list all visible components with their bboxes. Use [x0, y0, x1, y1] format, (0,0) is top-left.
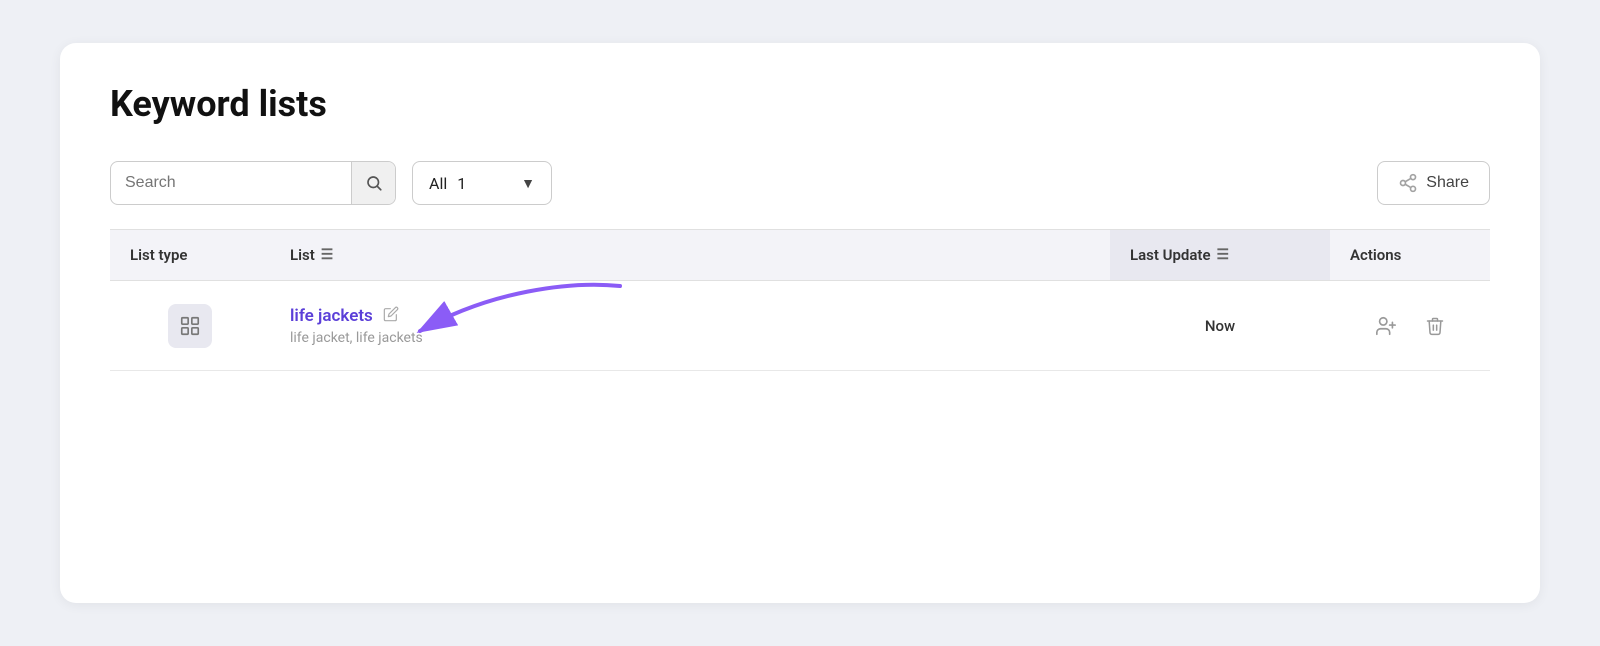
list-sort-icon[interactable]: ☰ — [321, 247, 334, 263]
list-keywords: life jacket, life jackets — [290, 330, 1090, 346]
search-button[interactable] — [351, 161, 395, 205]
table-row: life jackets life jacket, life jackets — [110, 281, 1490, 371]
trash-icon — [1425, 316, 1445, 336]
list-name-cell: life jackets life jacket, life jackets — [270, 290, 1110, 362]
list-type-icon — [168, 304, 212, 348]
toolbar: All 1 ▼ Share — [110, 161, 1490, 205]
filter-dropdown[interactable]: All 1 ▼ — [412, 161, 552, 205]
edit-icon[interactable] — [383, 306, 399, 326]
search-icon — [365, 174, 383, 192]
page-title: Keyword lists — [110, 83, 1490, 125]
col-actions: Actions — [1330, 230, 1490, 280]
actions-cell — [1330, 293, 1490, 359]
list-name-link[interactable]: life jackets — [290, 306, 373, 326]
col-list-type: List type — [110, 230, 270, 280]
search-wrapper — [110, 161, 396, 205]
chevron-down-icon: ▼ — [521, 175, 535, 192]
annotation-arrow — [370, 276, 630, 376]
col-list: List ☰ — [270, 230, 1110, 280]
filter-count: 1 — [457, 174, 466, 193]
col-last-update: Last Update ☰ — [1110, 230, 1330, 280]
grid-icon — [179, 315, 201, 337]
filter-label: All — [429, 174, 447, 193]
share-button[interactable]: Share — [1377, 161, 1490, 205]
delete-button[interactable] — [1419, 310, 1451, 342]
add-user-button[interactable] — [1369, 309, 1403, 343]
share-label: Share — [1426, 174, 1469, 192]
search-input[interactable] — [111, 174, 351, 192]
add-user-icon — [1375, 315, 1397, 337]
share-icon — [1398, 173, 1418, 193]
main-card: Keyword lists All 1 ▼ — [60, 43, 1540, 603]
table-header: List type List ☰ Last Update ☰ Actions — [110, 230, 1490, 281]
list-type-cell — [110, 288, 270, 364]
last-update-cell: Now — [1110, 301, 1330, 351]
last-update-sort-icon[interactable]: ☰ — [1217, 247, 1230, 263]
keyword-table: List type List ☰ Last Update ☰ Actions — [110, 229, 1490, 371]
